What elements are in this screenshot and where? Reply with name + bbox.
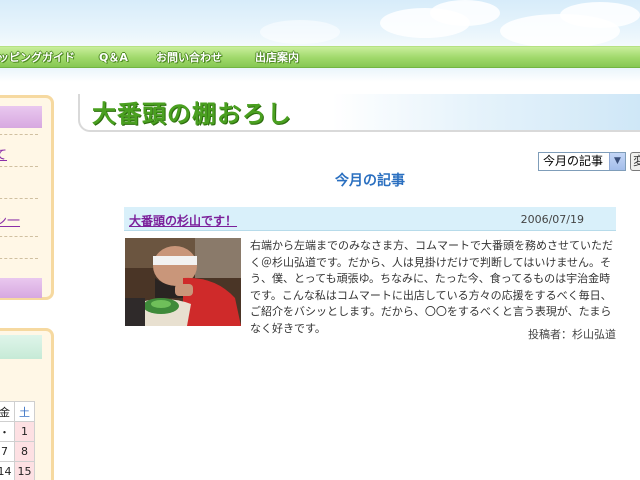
divider (0, 236, 38, 237)
sidebar-menu-box: て ン一 (0, 95, 54, 300)
calendar-day-header: 土 (14, 401, 35, 422)
header-sky-banner (0, 0, 640, 46)
divider (0, 166, 38, 167)
sidebar-menu-header (0, 106, 42, 128)
divider (0, 198, 38, 199)
section-heading: 今月の記事 (335, 173, 405, 189)
article-body: 右端から左端までのみなさま方、コムマートで大番頭を務めさせていただく＠杉山弘道で… (250, 239, 613, 335)
page-title: 大番頭の棚おろし (92, 100, 292, 128)
month-select-value: 今月の記事 (543, 154, 604, 168)
nav-shadow (0, 68, 640, 82)
article-photo (125, 238, 241, 326)
calendar-day-header: 金 (0, 401, 15, 422)
chevron-down-icon[interactable]: ▼ (609, 153, 625, 170)
article-photo-image (125, 238, 241, 326)
calendar-table: 金 土 ・ 1 7 8 14 15 (0, 401, 35, 480)
article-title-link[interactable]: 大番頭の杉山です！ (129, 212, 237, 229)
nav-qa[interactable]: Q＆A (99, 50, 128, 66)
go-button[interactable]: 変 (630, 152, 640, 171)
calendar-day[interactable]: 15 (14, 461, 35, 480)
divider (0, 258, 38, 259)
calendar-day[interactable]: 7 (0, 441, 15, 462)
article-header: 大番頭の杉山です！ 2006/07/19 (124, 207, 616, 231)
sidebar-link-2[interactable]: ン一 (0, 210, 20, 229)
nav-store-info[interactable]: 出店案内 (255, 50, 299, 66)
sidebar-calendar-box: 金 土 ・ 1 7 8 14 15 (0, 328, 54, 480)
calendar-header (0, 335, 42, 359)
nav-contact[interactable]: お問い合わせ (156, 50, 222, 66)
calendar-day[interactable]: 8 (14, 441, 35, 462)
calendar-day[interactable]: 14 (0, 461, 15, 480)
article-author: 投稿者：杉山弘道 (528, 328, 616, 341)
article-date: 2006/07/19 (520, 213, 584, 226)
sidebar-menu-footer (0, 278, 42, 298)
calendar-day: ・ (0, 421, 15, 442)
sidebar-link-1[interactable]: て (0, 144, 7, 163)
main-nav: ッピングガイド Q＆A お問い合わせ 出店案内 (0, 46, 640, 68)
calendar-day[interactable]: 1 (14, 421, 35, 442)
nav-shopping-guide[interactable]: ッピングガイド (0, 50, 75, 66)
divider (0, 134, 38, 135)
month-select[interactable]: 今月の記事 ▼ (538, 152, 626, 171)
